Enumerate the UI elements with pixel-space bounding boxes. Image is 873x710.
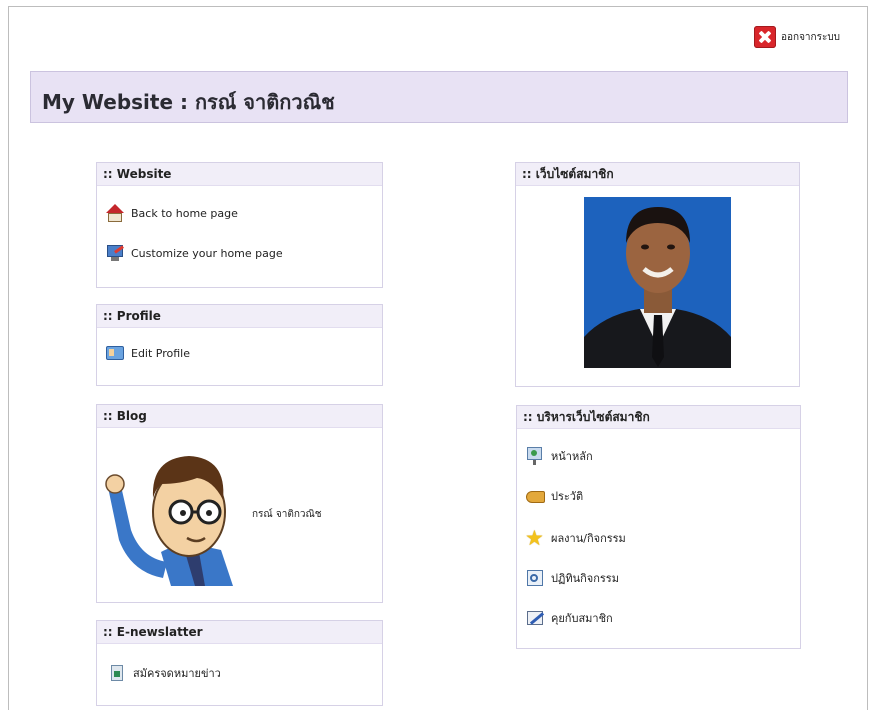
admin-chat-label: คุยกับสมาชิก [551, 612, 613, 625]
back-to-home-link[interactable]: Back to home page [105, 203, 238, 223]
close-icon [754, 26, 776, 48]
admin-calendar-label: ปฏิทินกิจกรรม [551, 572, 619, 585]
page-header: My Website : กรณ์ จาติกวณิช [30, 71, 848, 123]
subscribe-newsletter-link[interactable]: สมัครจดหมายข่าว [107, 663, 221, 683]
website-panel-title: :: Website [97, 163, 382, 186]
enewsletter-panel-title: :: E-newslatter [97, 621, 382, 644]
admin-calendar-link[interactable]: ปฏิทินกิจกรรม [525, 568, 619, 588]
page-title: My Website : กรณ์ จาติกวณิช [42, 90, 335, 114]
edit-profile-label: Edit Profile [131, 346, 191, 360]
profile-panel: :: Profile Edit Profile [96, 304, 383, 386]
customize-home-link[interactable]: Customize your home page [105, 243, 283, 263]
admin-history-label: ประวัติ [551, 490, 584, 503]
logout-button[interactable]: ออกจากระบบ [754, 26, 840, 48]
calendar-icon [525, 568, 545, 588]
book-icon [525, 486, 545, 506]
admin-works-label: ผลงาน/กิจกรรม [551, 532, 626, 545]
blog-panel-title: :: Blog [97, 405, 382, 428]
admin-works-link[interactable]: ★ ผลงาน/กิจกรรม [525, 526, 626, 550]
enewsletter-panel: :: E-newslatter สมัครจดหมายข่าว [96, 620, 383, 706]
admin-history-link[interactable]: ประวัติ [525, 486, 583, 506]
star-icon: ★ [525, 526, 544, 550]
blog-avatar-cartoon[interactable] [101, 440, 241, 586]
member-website-panel-title: :: เว็บไซต์สมาชิก [516, 163, 799, 186]
monitor-home-icon [525, 446, 545, 466]
website-panel: :: Website Back to home page Customize y… [96, 162, 383, 288]
home-icon [105, 203, 125, 223]
customize-icon [105, 243, 125, 263]
member-admin-panel: :: บริหารเว็บไซต์สมาชิก หน้าหลัก ประวัติ… [516, 405, 801, 649]
subscribe-newsletter-label: สมัครจดหมายข่าว [133, 667, 221, 680]
profile-panel-title: :: Profile [97, 305, 382, 328]
admin-home-label: หน้าหลัก [551, 450, 593, 463]
back-to-home-label: Back to home page [131, 206, 238, 220]
admin-chat-link[interactable]: คุยกับสมาชิก [525, 608, 613, 628]
logout-label: ออกจากระบบ [781, 31, 841, 43]
member-photo [584, 197, 731, 368]
blog-caption: กรณ์ จาติกวณิช [252, 509, 322, 520]
edit-profile-link[interactable]: Edit Profile [105, 343, 190, 363]
member-admin-panel-title: :: บริหารเว็บไซต์สมาชิก [517, 406, 800, 429]
newsletter-icon [107, 663, 127, 683]
admin-home-link[interactable]: หน้าหลัก [525, 446, 593, 466]
customize-home-label: Customize your home page [131, 246, 283, 260]
profile-card-icon [105, 343, 125, 363]
chat-pen-icon [525, 608, 545, 628]
